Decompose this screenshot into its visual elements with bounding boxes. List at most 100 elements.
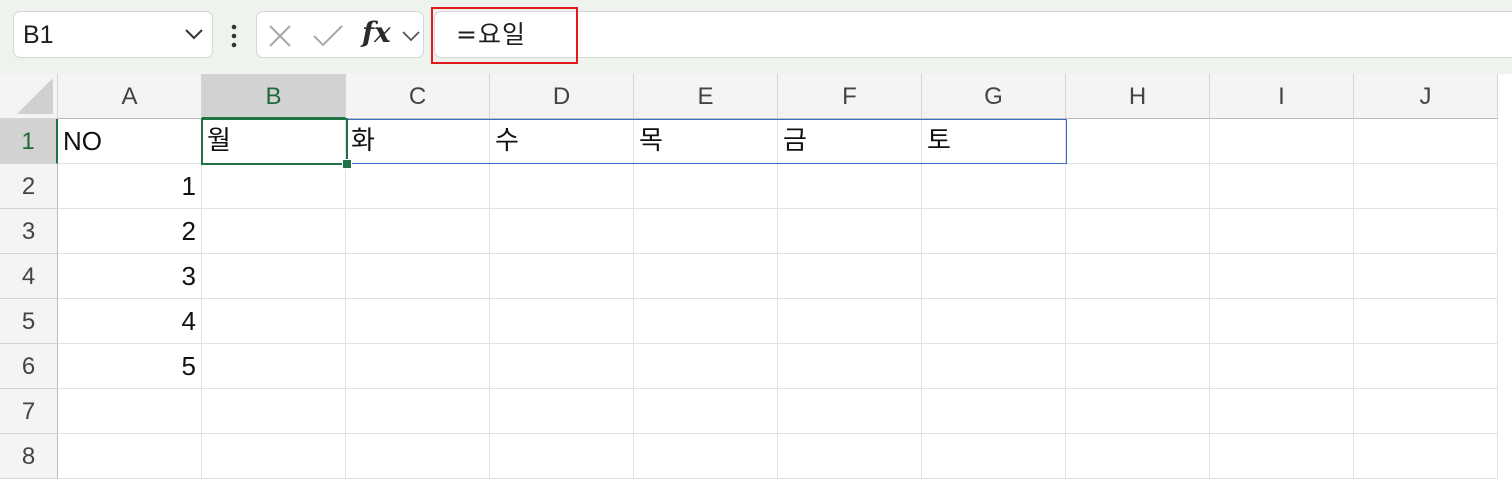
chevron-down-icon[interactable]	[184, 27, 204, 41]
cell-g1[interactable]: 토	[922, 119, 1066, 164]
cell-e7[interactable]	[634, 389, 778, 434]
column-header-e[interactable]: E	[634, 74, 778, 119]
row-header-1[interactable]: 1	[0, 119, 58, 164]
cell-b6[interactable]	[202, 344, 346, 389]
cell-b2[interactable]	[202, 164, 346, 209]
cell-i6[interactable]	[1210, 344, 1354, 389]
row-header-3[interactable]: 3	[0, 209, 58, 254]
cell-f7[interactable]	[778, 389, 922, 434]
row-header-8[interactable]: 8	[0, 434, 58, 479]
cell-j3[interactable]	[1354, 209, 1498, 254]
column-header-d[interactable]: D	[490, 74, 634, 119]
cell-c3[interactable]	[346, 209, 490, 254]
cell-e6[interactable]	[634, 344, 778, 389]
chevron-down-icon[interactable]	[401, 29, 421, 43]
column-header-c[interactable]: C	[346, 74, 490, 119]
cell-e3[interactable]	[634, 209, 778, 254]
cell-h6[interactable]	[1066, 344, 1210, 389]
cell-j8[interactable]	[1354, 434, 1498, 479]
cell-f1[interactable]: 금	[778, 119, 922, 164]
cell-d3[interactable]	[490, 209, 634, 254]
cell-i2[interactable]	[1210, 164, 1354, 209]
cell-h1[interactable]	[1066, 119, 1210, 164]
row-header-4[interactable]: 4	[0, 254, 58, 299]
cell-j5[interactable]	[1354, 299, 1498, 344]
column-header-b[interactable]: B	[202, 74, 346, 119]
cell-c4[interactable]	[346, 254, 490, 299]
cell-c5[interactable]	[346, 299, 490, 344]
cell-i3[interactable]	[1210, 209, 1354, 254]
cell-d4[interactable]	[490, 254, 634, 299]
cell-c2[interactable]	[346, 164, 490, 209]
cell-d7[interactable]	[490, 389, 634, 434]
row-header-7[interactable]: 7	[0, 389, 58, 434]
cell-a3[interactable]: 2	[58, 209, 202, 254]
row-header-2[interactable]: 2	[0, 164, 58, 209]
cell-i5[interactable]	[1210, 299, 1354, 344]
cell-f8[interactable]	[778, 434, 922, 479]
cell-d6[interactable]	[490, 344, 634, 389]
cell-h3[interactable]	[1066, 209, 1210, 254]
enter-check-icon[interactable]	[312, 24, 344, 48]
cell-a7[interactable]	[58, 389, 202, 434]
cell-d8[interactable]	[490, 434, 634, 479]
column-header-j[interactable]: J	[1354, 74, 1498, 119]
cell-a8[interactable]	[58, 434, 202, 479]
column-header-g[interactable]: G	[922, 74, 1066, 119]
cell-g3[interactable]	[922, 209, 1066, 254]
row-header-5[interactable]: 5	[0, 299, 58, 344]
cell-a5[interactable]: 4	[58, 299, 202, 344]
cell-g6[interactable]	[922, 344, 1066, 389]
cell-b7[interactable]	[202, 389, 346, 434]
cell-j2[interactable]	[1354, 164, 1498, 209]
cell-c8[interactable]	[346, 434, 490, 479]
cell-g5[interactable]	[922, 299, 1066, 344]
cell-e2[interactable]	[634, 164, 778, 209]
more-options-icon[interactable]	[229, 24, 239, 48]
cell-e1[interactable]: 목	[634, 119, 778, 164]
cell-f5[interactable]	[778, 299, 922, 344]
insert-function-button[interactable]: fx	[362, 15, 391, 51]
row-header-6[interactable]: 6	[0, 344, 58, 389]
cell-c7[interactable]	[346, 389, 490, 434]
cell-d1[interactable]: 수	[490, 119, 634, 164]
cell-g4[interactable]	[922, 254, 1066, 299]
column-header-h[interactable]: H	[1066, 74, 1210, 119]
formula-input[interactable]: =요일	[434, 11, 1512, 58]
cell-b3[interactable]	[202, 209, 346, 254]
cell-h7[interactable]	[1066, 389, 1210, 434]
cell-a1[interactable]: NO	[58, 119, 202, 164]
cell-j1[interactable]	[1354, 119, 1498, 164]
cell-d2[interactable]	[490, 164, 634, 209]
cell-i1[interactable]	[1210, 119, 1354, 164]
select-all-button[interactable]	[0, 74, 58, 119]
cell-h2[interactable]	[1066, 164, 1210, 209]
cell-f2[interactable]	[778, 164, 922, 209]
cell-b1[interactable]: 월	[202, 119, 346, 164]
cell-j4[interactable]	[1354, 254, 1498, 299]
cell-g8[interactable]	[922, 434, 1066, 479]
cell-g2[interactable]	[922, 164, 1066, 209]
cell-e4[interactable]	[634, 254, 778, 299]
cancel-icon[interactable]	[268, 24, 292, 48]
cell-b8[interactable]	[202, 434, 346, 479]
name-box[interactable]: B1	[13, 11, 213, 58]
cell-e8[interactable]	[634, 434, 778, 479]
cell-h5[interactable]	[1066, 299, 1210, 344]
cell-i7[interactable]	[1210, 389, 1354, 434]
cell-b5[interactable]	[202, 299, 346, 344]
cell-e5[interactable]	[634, 299, 778, 344]
cell-c1[interactable]: 화	[346, 119, 490, 164]
column-header-i[interactable]: I	[1210, 74, 1354, 119]
cell-j7[interactable]	[1354, 389, 1498, 434]
cell-j6[interactable]	[1354, 344, 1498, 389]
cell-a6[interactable]: 5	[58, 344, 202, 389]
cell-h8[interactable]	[1066, 434, 1210, 479]
cell-d5[interactable]	[490, 299, 634, 344]
cell-a2[interactable]: 1	[58, 164, 202, 209]
cell-g7[interactable]	[922, 389, 1066, 434]
column-header-a[interactable]: A	[58, 74, 202, 119]
cell-f6[interactable]	[778, 344, 922, 389]
cell-h4[interactable]	[1066, 254, 1210, 299]
cell-f4[interactable]	[778, 254, 922, 299]
